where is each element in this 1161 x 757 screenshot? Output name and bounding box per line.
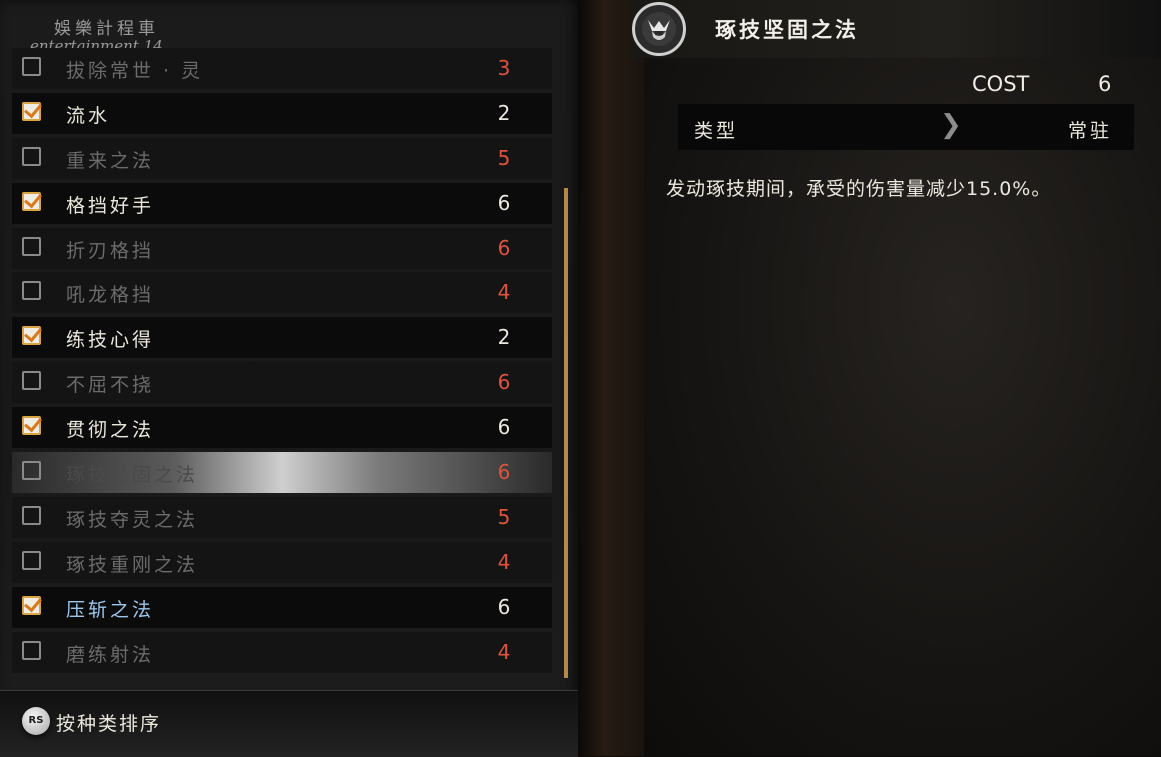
skill-name: 吼龙格挡 (66, 284, 155, 307)
type-row: 类型 ❯ 常驻 (678, 104, 1134, 150)
skill-name: 琢技坚固之法 (66, 464, 199, 487)
checkbox[interactable] (22, 146, 41, 166)
cost-value: 6 (1098, 72, 1112, 96)
sort-by-type-label[interactable]: 按种类排序 (56, 709, 161, 736)
skill-name: 重来之法 (66, 149, 155, 172)
detail-title: 琢技坚固之法 (715, 18, 859, 42)
skill-row[interactable]: 琢技夺灵之法 5 (12, 496, 552, 538)
skill-row[interactable]: 不屈不挠 6 (12, 362, 552, 404)
cost-label: COST (972, 72, 1030, 96)
skill-cost: 6 (497, 235, 511, 260)
skill-name: 拔除常世 · 灵 (66, 60, 204, 82)
skill-row[interactable]: 贯彻之法 6 (12, 407, 552, 449)
checkbox-checked[interactable] (22, 101, 41, 121)
type-value: 常驻 (1067, 120, 1112, 142)
skill-description: 发动琢技期间，承受的伤害量减少15.0%。 (666, 178, 1052, 200)
checkbox[interactable] (22, 281, 41, 301)
sort-footer: RS 按种类排序 (0, 690, 578, 757)
skill-cost: 3 (497, 56, 511, 80)
checkbox-checked[interactable] (22, 416, 41, 436)
skill-row[interactable]: 练技心得 2 (12, 317, 552, 359)
rs-button-icon[interactable]: RS (22, 707, 50, 735)
checkbox[interactable] (22, 505, 41, 525)
detail-title-bar (630, 0, 1161, 58)
checkbox-checked[interactable] (22, 191, 41, 211)
skill-row[interactable]: 折刃格挡 6 (12, 227, 552, 269)
checkbox[interactable] (22, 236, 41, 256)
checkbox[interactable] (22, 461, 41, 481)
checkbox[interactable] (22, 550, 41, 570)
skill-cost: 6 (497, 415, 511, 440)
checkbox-checked[interactable] (22, 595, 41, 615)
skill-row[interactable]: 格挡好手 6 (12, 182, 552, 224)
watermark-line1: 娛樂計程車 (54, 19, 159, 39)
skill-row[interactable]: 吼龙格挡 4 (12, 272, 552, 314)
skill-name: 流水 (66, 104, 111, 127)
skill-cost: 6 (497, 594, 511, 619)
checkbox-checked[interactable] (22, 326, 41, 346)
skill-row[interactable]: 流水 2 (12, 92, 552, 134)
skill-name: 压斩之法 (66, 598, 155, 621)
skill-cost: 6 (497, 460, 511, 485)
skill-name: 贯彻之法 (66, 419, 155, 442)
skill-row[interactable]: 重来之法 5 (12, 137, 552, 179)
samurai-helmet-icon (632, 2, 686, 56)
skill-list: 拔除常世 · 灵 3 流水 2 重来之法 5 格挡好手 6 折刃格挡 6 吼龙格… (12, 48, 552, 676)
skill-cost: 6 (497, 370, 511, 395)
skill-row[interactable]: 压斩之法 6 (12, 586, 552, 628)
chevron-right-icon: ❯ (940, 110, 962, 140)
scrollbar[interactable] (564, 188, 568, 678)
skill-cost: 4 (497, 639, 511, 664)
skill-name: 琢技重刚之法 (66, 553, 199, 576)
skill-row[interactable]: 拔除常世 · 灵 3 (12, 48, 552, 89)
skill-name: 练技心得 (66, 329, 155, 352)
checkbox[interactable] (22, 57, 41, 76)
skill-cost: 6 (497, 190, 511, 215)
skill-cost: 4 (497, 549, 511, 574)
skill-row[interactable]: 琢技重刚之法 4 (12, 541, 552, 583)
skill-name: 琢技夺灵之法 (66, 508, 199, 531)
skill-cost: 5 (497, 504, 511, 529)
type-label: 类型 (694, 120, 739, 142)
skill-row[interactable]: 琢技坚固之法 6 (12, 452, 552, 494)
skill-name: 不屈不挠 (66, 374, 155, 397)
skill-name: 格挡好手 (66, 194, 155, 217)
skill-cost: 5 (497, 145, 511, 170)
skill-cost: 2 (497, 325, 511, 350)
checkbox[interactable] (22, 640, 41, 660)
skill-row[interactable]: 磨练射法 4 (12, 631, 552, 673)
skill-cost: 2 (497, 100, 511, 125)
checkbox[interactable] (22, 371, 41, 391)
skill-name: 磨练射法 (66, 643, 155, 666)
panel-divider (578, 0, 644, 756)
skill-cost: 4 (497, 280, 511, 305)
skill-name: 折刃格挡 (66, 239, 155, 262)
